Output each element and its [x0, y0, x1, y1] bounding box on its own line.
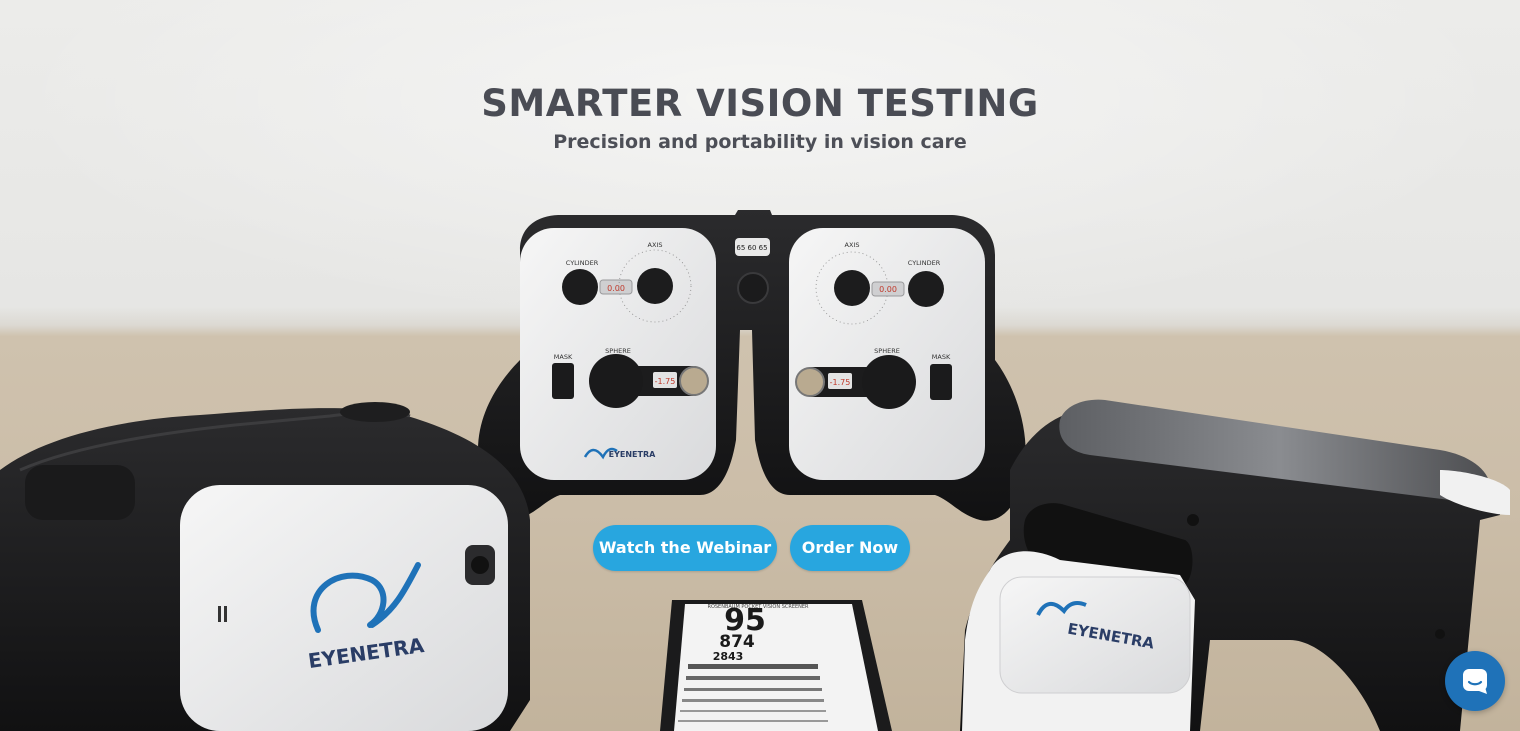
svg-text:EYENETRA: EYENETRA	[609, 450, 657, 459]
handheld-device: EYENETRA	[960, 399, 1510, 731]
svg-text:AXIS: AXIS	[648, 241, 663, 249]
hero-headline: SMARTER VISION TESTING	[481, 82, 1039, 125]
vr-headset-device: EYENETRA	[0, 402, 530, 731]
watch-webinar-button[interactable]: Watch the Webinar	[593, 525, 777, 571]
svg-text:MASK: MASK	[554, 353, 573, 361]
chat-launcher-button[interactable]	[1445, 651, 1505, 711]
refractor-device: 65 60 65 CYLINDER AXIS 0.00 MASK SPHERE …	[478, 210, 1026, 521]
svg-text:2843: 2843	[713, 650, 744, 663]
svg-text:-1.75: -1.75	[830, 378, 851, 387]
svg-text:SPHERE: SPHERE	[605, 347, 631, 355]
hero-section: 65 60 65 CYLINDER AXIS 0.00 MASK SPHERE …	[0, 0, 1520, 731]
vision-screener-card: ROSENBAUM POCKET VISION SCREENER 95 874 …	[660, 600, 892, 731]
order-now-button[interactable]: Order Now	[790, 525, 910, 571]
chat-icon	[1463, 669, 1487, 694]
hero-subheadline: Precision and portability in vision care	[553, 131, 967, 153]
svg-text:SPHERE: SPHERE	[874, 347, 900, 355]
svg-text:AXIS: AXIS	[845, 241, 860, 249]
svg-text:-1.75: -1.75	[655, 377, 676, 386]
svg-text:0.00: 0.00	[607, 284, 625, 293]
svg-text:874: 874	[719, 632, 755, 652]
svg-text:CYLINDER: CYLINDER	[908, 259, 941, 267]
svg-text:0.00: 0.00	[879, 285, 897, 294]
svg-text:CYLINDER: CYLINDER	[566, 259, 599, 267]
svg-text:MASK: MASK	[932, 353, 951, 361]
pd-scale: 65 60 65	[736, 244, 767, 252]
